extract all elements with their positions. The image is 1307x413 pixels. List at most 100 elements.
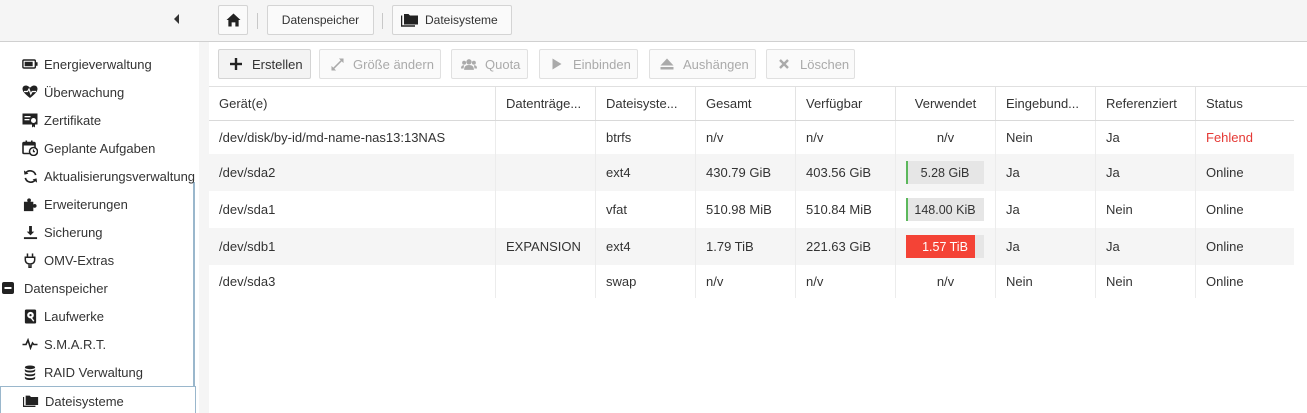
column-header-mounted[interactable]: Eingebund... [996, 87, 1096, 120]
usage-bar: 1.57 TiB [906, 235, 984, 258]
cell-status: Online [1196, 228, 1294, 265]
cell-filesystem: btrfs [596, 121, 696, 154]
sidebar-item-zertifikate[interactable]: Zertifikate [0, 106, 195, 134]
column-header-label[interactable]: Datenträge... [496, 87, 596, 120]
cell-filesystem-text: vfat [606, 202, 627, 217]
mount-button[interactable]: Einbinden [539, 49, 638, 79]
cell-status-text: Fehlend [1206, 130, 1253, 145]
sidebar-group-label: Datenspeicher [24, 281, 108, 296]
sidebar-group-datenspeicher[interactable]: Datenspeicher [0, 274, 195, 302]
table-row[interactable]: /dev/sda3 swap n/v n/v n/v Nein Nein Online [209, 265, 1294, 298]
column-header-used[interactable]: Verwendet [896, 87, 996, 120]
cell-status-text: Online [1206, 202, 1244, 217]
cell-referenced: Ja [1096, 154, 1196, 191]
used-value: n/v [936, 130, 955, 145]
cell-used: n/v [896, 265, 996, 298]
table-row[interactable]: /dev/disk/by-id/md-name-nas13:13NAS btrfs… [209, 121, 1294, 154]
sidebar-item-sicherung[interactable]: Sicherung [0, 218, 195, 246]
table-row[interactable]: /dev/sda2 ext4 430.79 GiB 403.56 GiB 5.28 Gi… [209, 154, 1294, 191]
delete-button[interactable]: Löschen [766, 49, 855, 79]
cell-filesystem-text: btrfs [606, 130, 632, 145]
sidebar-item-label: Energieverwaltung [44, 57, 152, 72]
resize-icon [329, 56, 345, 72]
table-row[interactable]: /dev/sda1 vfat 510.98 MiB 510.84 MiB 148.00 … [209, 191, 1294, 228]
collapse-minus-icon[interactable] [0, 280, 16, 296]
cell-device-text: /dev/disk/by-id/md-name-nas13:13NAS [219, 130, 446, 145]
sidebar-header [0, 0, 199, 42]
unmount-button[interactable]: Aushängen [649, 49, 756, 79]
sidebar-item-erweiterungen[interactable]: Erweiterungen [0, 190, 195, 218]
cell-label [496, 191, 596, 228]
cell-referenced-text: Nein [1106, 202, 1133, 217]
sidebar-collapse-icon[interactable] [172, 13, 182, 27]
table-row[interactable]: /dev/sdb1 EXPANSION ext4 1.79 TiB 221.63 GiB… [209, 228, 1294, 265]
cell-mounted-text: Ja [1006, 165, 1020, 180]
sidebar-item-laufwerke[interactable]: Laufwerke [0, 302, 195, 330]
breadcrumb-dateisysteme[interactable]: Dateisysteme [392, 5, 512, 35]
folders-icon [401, 13, 419, 27]
sidebar-item-dateisysteme[interactable]: Dateisysteme [0, 386, 196, 413]
cell-filesystem-text: ext4 [606, 165, 631, 180]
cell-status: Online [1196, 265, 1294, 298]
cell-available-text: 403.56 GiB [806, 165, 872, 180]
sidebar-item-label: Geplante Aufgaben [44, 141, 156, 156]
column-header-available[interactable]: Verfügbar [796, 87, 896, 120]
unmount-button-label: Aushängen [683, 56, 749, 72]
cell-filesystem-text: ext4 [606, 239, 631, 254]
cell-mounted: Nein [996, 121, 1096, 154]
breadcrumb-separator [382, 13, 383, 29]
download-tray-icon [22, 224, 38, 240]
sidebar-item-omv-extras[interactable]: OMV-Extras [0, 246, 195, 274]
usage-bar-label: 148.00 KiB [914, 202, 976, 217]
plus-icon [228, 56, 244, 72]
sidebar-item-label: Sicherung [44, 225, 103, 240]
refresh-icon [22, 168, 38, 184]
cell-available: n/v [796, 265, 896, 298]
sidebar-item-aktualisierungsverwaltung[interactable]: Aktualisierungsverwaltung [0, 162, 195, 190]
column-header-filesystem[interactable]: Dateisyste... [596, 87, 696, 120]
breadcrumb-label: Datenspeicher [281, 13, 360, 27]
cell-used: n/v [896, 121, 996, 154]
sidebar-item-label: RAID Verwaltung [44, 365, 143, 380]
toolbar: Erstellen Größe ändern Quota Einbinden A… [209, 42, 1307, 87]
cell-available: n/v [796, 121, 896, 154]
cell-label [496, 121, 596, 154]
create-button[interactable]: Erstellen [218, 49, 311, 79]
breadcrumb-home[interactable] [218, 5, 248, 35]
puzzle-icon [22, 196, 38, 212]
cell-total: 1.79 TiB [696, 228, 796, 265]
create-button-label: Erstellen [252, 56, 303, 72]
cell-device-text: /dev/sdb1 [219, 239, 276, 254]
table-header: Gerät(e) Datenträge... Dateisyste... Ges… [209, 87, 1294, 121]
database-icon [22, 364, 38, 380]
cell-device: /dev/sda1 [209, 191, 496, 228]
pulse-icon [22, 336, 38, 352]
sidebar-item-raid-verwaltung[interactable]: RAID Verwaltung [0, 358, 195, 386]
cell-label: EXPANSION [496, 228, 596, 265]
sidebar-item-geplante-aufgaben[interactable]: Geplante Aufgaben [0, 134, 195, 162]
cell-mounted: Ja [996, 191, 1096, 228]
cell-label [496, 154, 596, 191]
breadcrumb-datenspeicher[interactable]: Datenspeicher [267, 5, 374, 35]
cell-total: 510.98 MiB [696, 191, 796, 228]
cell-available: 221.63 GiB [796, 228, 896, 265]
sidebar-item-ueberwachung[interactable]: Überwachung [0, 78, 195, 106]
cell-mounted-text: Ja [1006, 239, 1020, 254]
column-header-referenced[interactable]: Referenziert [1096, 87, 1196, 120]
cell-device: /dev/sdb1 [209, 228, 496, 265]
quota-button[interactable]: Quota [451, 49, 528, 79]
cell-mounted: Ja [996, 228, 1096, 265]
column-header-device[interactable]: Gerät(e) [209, 87, 496, 120]
column-header-status[interactable]: Status [1196, 87, 1294, 120]
cell-mounted-text: Nein [1006, 130, 1033, 145]
cell-device: /dev/sda3 [209, 265, 496, 298]
sidebar-item-energieverwaltung[interactable]: Energieverwaltung [0, 50, 195, 78]
sidebar-item-label: Erweiterungen [44, 197, 128, 212]
cell-used: 5.28 GiB [896, 154, 996, 191]
cell-referenced-text: Ja [1106, 130, 1120, 145]
harddisk-icon [22, 308, 38, 324]
sidebar-item-smart[interactable]: S.M.A.R.T. [0, 330, 195, 358]
resize-button[interactable]: Größe ändern [319, 49, 441, 79]
heart-pulse-icon [22, 84, 38, 100]
column-header-total[interactable]: Gesamt [696, 87, 796, 120]
